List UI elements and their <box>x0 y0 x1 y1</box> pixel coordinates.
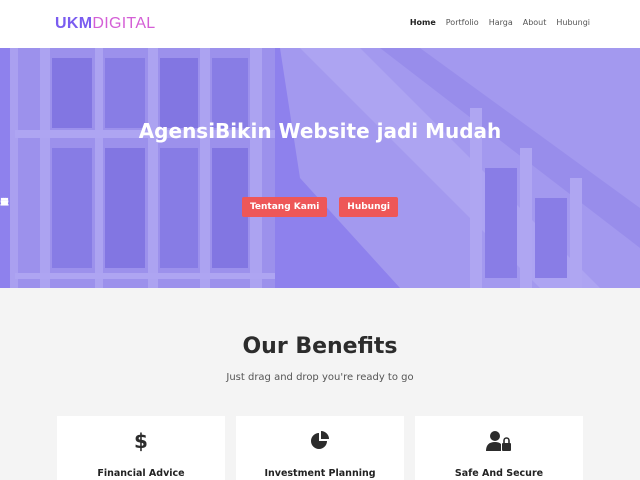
user-lock-icon <box>486 431 511 451</box>
pie-chart-icon <box>311 431 329 449</box>
cash-register-icon <box>0 197 9 206</box>
nav-home[interactable]: Home <box>410 17 436 29</box>
button-label: Tentang Kami <box>249 202 320 212</box>
nav-hubungi[interactable]: Hubungi <box>556 17 590 29</box>
hero-title: AgensiBikin Website jadi Mudah <box>138 119 502 143</box>
benefit-label: Investment Planning <box>264 468 376 479</box>
nav-portfolio[interactable]: Portfolio <box>446 17 479 29</box>
tentang-kami-button[interactable]: Tentang Kami <box>0 197 328 217</box>
dollar-icon: $ <box>134 430 148 452</box>
site-header: UKMDIGITAL Home Portfolio Harga About Hu… <box>0 0 640 48</box>
benefit-card-secure: Safe And Secure <box>415 416 583 480</box>
brand-logo[interactable]: UKMDIGITAL <box>55 15 156 33</box>
hero-section: AgensiBikin Website jadi Mudah Tentang K… <box>0 48 640 288</box>
button-label: Hubungi <box>347 202 391 212</box>
main-nav: Home Portfolio Harga About Hubungi <box>410 17 590 29</box>
benefits-subtitle: Just drag and drop you're ready to go <box>226 372 414 383</box>
svg-text:$: $ <box>134 430 148 452</box>
benefit-card-investment: Investment Planning <box>236 416 404 480</box>
benefit-card-financial: $ Financial Advice <box>57 416 225 480</box>
benefit-label: Safe And Secure <box>454 468 544 479</box>
nav-about[interactable]: About <box>523 17 547 29</box>
hero-buttons: Tentang Kami Hubungi <box>0 197 640 217</box>
benefits-title: Our Benefits <box>242 334 398 359</box>
benefit-label: Financial Advice <box>97 468 185 479</box>
hubungi-button[interactable]: Hubungi <box>0 197 399 217</box>
nav-harga[interactable]: Harga <box>489 17 513 29</box>
hero-overlay <box>0 48 640 288</box>
